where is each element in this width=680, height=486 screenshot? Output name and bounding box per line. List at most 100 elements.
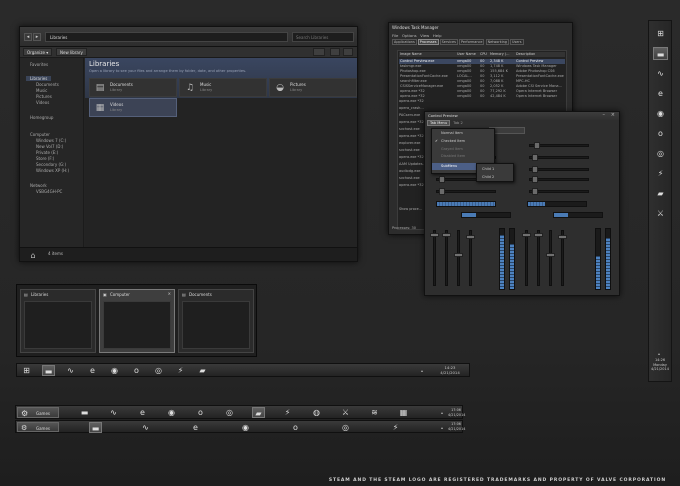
nav-drive-h[interactable]: Windows XP (H:) (36, 168, 69, 173)
taskbar-clock[interactable]: 14:26 Monday 4/21/2014 (649, 358, 671, 372)
tab-networking[interactable]: Networking (485, 39, 509, 45)
opera-icon[interactable]: o (653, 127, 668, 140)
windows-icon[interactable]: ⊞ (653, 27, 668, 40)
windows-icon[interactable]: ⊞ (20, 365, 33, 376)
menu-item-checked[interactable]: ✔ Checked Item (432, 138, 494, 145)
winamp-icon[interactable]: ⚡ (389, 422, 402, 433)
pulse-icon[interactable]: ∿ (139, 422, 152, 433)
taskbar-clock[interactable]: 17:06 4/21/2014 (448, 408, 465, 417)
forward-button[interactable]: ▸ (33, 33, 41, 41)
tab-users[interactable]: Users (510, 39, 524, 45)
table-row[interactable]: svchost.exe (399, 127, 420, 132)
table-row[interactable]: opera.exe *32 (399, 120, 424, 125)
table-row[interactable]: opera.exe *32 (399, 99, 424, 104)
explorer-icon[interactable]: ▬ (78, 407, 91, 418)
table-row[interactable]: svchost.exe (399, 176, 420, 181)
chevron-up-icon[interactable]: ▴ (441, 410, 443, 415)
start-button[interactable]: ⚙ Games (17, 422, 59, 432)
vertical-slider-thumb[interactable] (546, 252, 555, 257)
vertical-slider[interactable] (537, 230, 540, 286)
table-row[interactable]: opera.exe *32 (399, 155, 424, 160)
library-tile-music[interactable]: ♫ Music Library (179, 78, 267, 97)
slider-thumb[interactable] (534, 142, 541, 149)
column-description[interactable]: Description (516, 52, 535, 56)
tab-applications[interactable]: Applications (392, 39, 417, 45)
ie-icon[interactable]: e (189, 422, 202, 433)
library-tile-videos[interactable]: ▦ Videos Library (89, 98, 177, 117)
column-image-name[interactable]: Image Name (400, 52, 422, 56)
tab-menu[interactable]: Tab Menu (427, 120, 451, 126)
thumbnail-libraries[interactable]: ▤ Libraries (20, 289, 96, 353)
tab-processes[interactable]: Processes (417, 39, 439, 45)
slider-thumb[interactable] (438, 176, 445, 183)
nav-drive-g[interactable]: Secondary (G:) (36, 162, 66, 167)
edge-icon[interactable]: ◍ (310, 407, 323, 418)
chevron-up-icon[interactable]: ▴ (441, 425, 443, 430)
submenu-child-1[interactable]: Child 1 (477, 166, 513, 173)
nav-pictures[interactable]: Pictures (36, 94, 52, 99)
pulse-icon[interactable]: ∿ (107, 407, 120, 418)
chevron-up-icon[interactable]: ▴ (421, 368, 423, 373)
table-row[interactable]: explorer.exe (399, 141, 420, 146)
nav-drive-f[interactable]: Store (F:) (36, 156, 54, 161)
table-row[interactable]: opera.exe *32 (399, 134, 424, 139)
vertical-slider-thumb[interactable] (558, 235, 567, 239)
minimize-icon[interactable]: – (603, 112, 606, 118)
slider-track[interactable] (529, 178, 589, 181)
chrome-icon[interactable]: ◎ (152, 365, 165, 376)
ie-icon[interactable]: e (86, 365, 99, 376)
slider-thumb[interactable] (531, 188, 538, 195)
vertical-slider[interactable] (549, 230, 552, 286)
opera-icon[interactable]: o (130, 365, 143, 376)
new-library-button[interactable]: New library (56, 48, 87, 56)
slider-thumb[interactable] (438, 188, 445, 195)
table-row[interactable]: audiodg.exe (399, 169, 420, 174)
menu-help[interactable]: Help (433, 33, 442, 38)
close-icon[interactable]: × (168, 291, 171, 296)
menu-view[interactable]: View (420, 33, 429, 38)
vertical-slider-thumb[interactable] (454, 252, 463, 257)
nav-music[interactable]: Music (36, 88, 47, 93)
nav-drive-c[interactable]: Windows 7 (C:) (36, 138, 66, 143)
opera-icon[interactable]: o (194, 407, 207, 418)
nav-documents[interactable]: Documents (36, 82, 59, 87)
menu-item-normal[interactable]: Normal Item (432, 130, 494, 137)
table-row[interactable]: AAM Updates... (399, 162, 426, 167)
nav-network[interactable]: Network (30, 183, 47, 188)
address-bar[interactable]: Libraries (45, 32, 288, 42)
nav-libraries[interactable]: Libraries (26, 76, 52, 81)
chevron-up-icon[interactable]: ▴ (658, 351, 660, 356)
slider-track[interactable] (436, 190, 496, 193)
vertical-slider[interactable] (525, 230, 528, 286)
firefox-icon[interactable]: ◉ (239, 422, 252, 433)
media-icon[interactable]: ▰ (196, 365, 209, 376)
vertical-slider-thumb[interactable] (466, 235, 475, 239)
help-button[interactable] (343, 48, 353, 56)
back-button[interactable]: ◂ (24, 33, 32, 41)
pulse-icon[interactable]: ∿ (64, 365, 77, 376)
game-icon[interactable]: ⚔ (653, 207, 668, 220)
chrome-icon[interactable]: ◎ (339, 422, 352, 433)
thumbnail-documents[interactable]: ▤ Documents (178, 289, 254, 353)
nav-pc[interactable]: VSBG4GH-PC (36, 189, 62, 194)
start-button[interactable]: ⚙ Games (17, 407, 59, 418)
slider-thumb[interactable] (531, 176, 538, 183)
organize-button[interactable]: Organize ▾ (23, 48, 53, 56)
vertical-slider-thumb[interactable] (522, 232, 531, 237)
vertical-slider[interactable] (457, 230, 460, 286)
chrome-icon[interactable]: ◎ (653, 147, 668, 160)
show-all-processes-checkbox[interactable]: Show proce... (399, 207, 422, 211)
nav-homegroup[interactable]: Homegroup (30, 115, 53, 120)
tab-2[interactable]: Tab 2 (451, 121, 465, 125)
table-row[interactable]: opera.exe *32 vmga00 00 42,484 K Opera Inter… (399, 94, 565, 99)
nav-drive-d[interactable]: New Vol7 (D:) (36, 144, 63, 149)
vertical-slider-thumb[interactable] (430, 232, 439, 237)
slider-thumb[interactable] (531, 166, 538, 173)
library-tile-pictures[interactable]: ◒ Pictures Library (269, 78, 357, 97)
firefox-icon[interactable]: ◉ (165, 407, 178, 418)
column-cpu[interactable]: CPU (480, 52, 487, 56)
vertical-slider[interactable] (433, 230, 436, 286)
close-icon[interactable]: × (611, 112, 615, 118)
tab-performance[interactable]: Performance (458, 39, 485, 45)
game-icon[interactable]: ⚔ (339, 407, 352, 418)
